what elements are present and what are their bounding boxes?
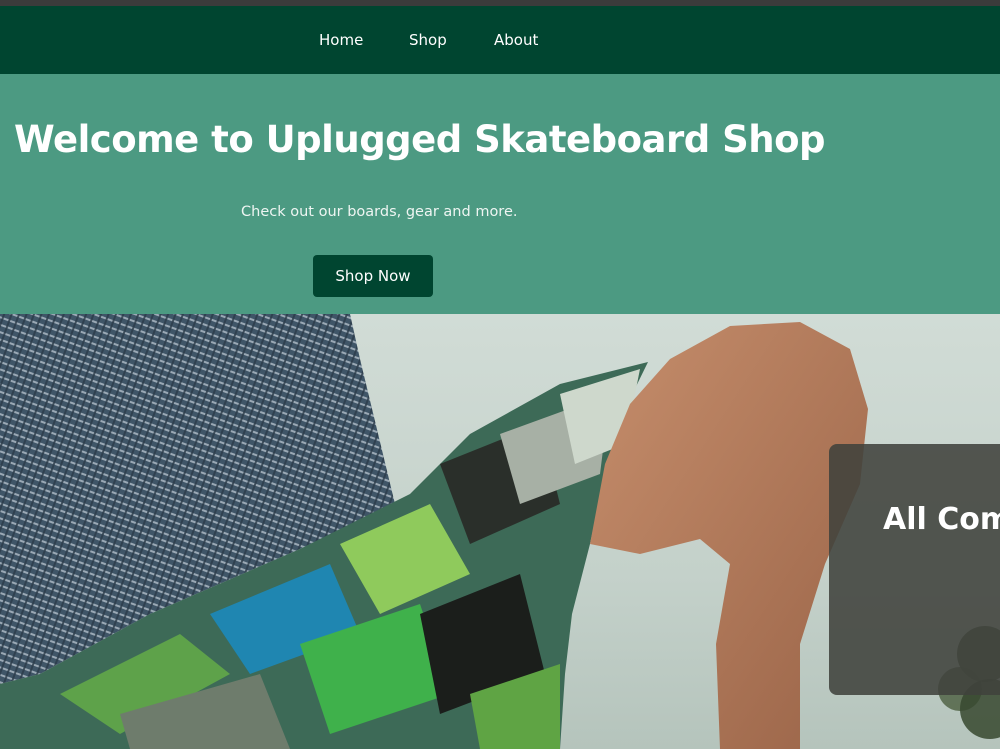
hero-title: Welcome to Uplugged Skateboard Shop [14,118,826,161]
overlay-card-title: All Comp [883,502,1000,537]
hero-banner: Welcome to Uplugged Skateboard Shop Chec… [0,74,1000,314]
nav-link-about[interactable]: About [494,6,538,74]
overlay-card: All Comp [829,444,1000,695]
nav-link-shop[interactable]: Shop [409,6,447,74]
shop-now-button[interactable]: Shop Now [313,255,433,297]
hero-subtitle: Check out our boards, gear and more. [241,204,518,220]
nav-link-home[interactable]: Home [319,6,363,74]
top-navigation: Home Shop About [0,6,1000,74]
